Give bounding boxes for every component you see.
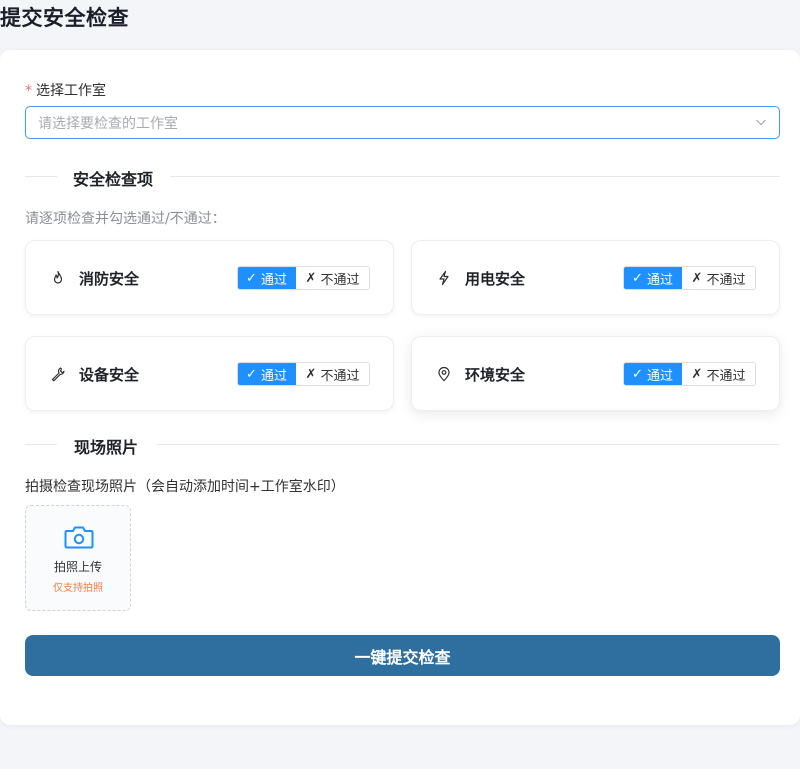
check-item-name: 消防安全 bbox=[79, 270, 140, 288]
pass-label: 通过 bbox=[260, 368, 287, 384]
pass-fail-toggle: ✓ 通过 ✗ 不通过 bbox=[623, 362, 756, 386]
pass-option[interactable]: ✓ 通过 bbox=[238, 267, 296, 289]
pass-label: 通过 bbox=[646, 368, 673, 384]
studio-select-placeholder: 请选择要检查的工作室 bbox=[38, 115, 178, 132]
pass-fail-toggle: ✓ 通过 ✗ 不通过 bbox=[237, 362, 370, 386]
pass-label: 通过 bbox=[646, 272, 673, 288]
required-mark: * bbox=[25, 83, 32, 99]
photo-upload-button[interactable]: 拍照上传 仅支持拍照 bbox=[25, 505, 131, 611]
upload-text: 拍照上传 bbox=[53, 560, 102, 574]
photo-section-title: 现场照片 bbox=[74, 438, 139, 457]
check-item-name: 环境安全 bbox=[465, 366, 526, 384]
checks-section-title: 安全检查项 bbox=[73, 170, 154, 189]
fail-label: 不通过 bbox=[706, 272, 746, 288]
safety-check-form: * 选择工作室 请选择要检查的工作室 安全检查项 请逐项检查并勾选通过/不通过： … bbox=[0, 50, 800, 725]
studio-select[interactable]: 请选择要检查的工作室 bbox=[25, 106, 780, 139]
studio-label-text: 选择工作室 bbox=[36, 83, 106, 99]
cross-mark-icon: ✗ bbox=[305, 366, 317, 382]
upload-note: 仅支持拍照 bbox=[53, 583, 103, 594]
check-item-name: 设备安全 bbox=[79, 366, 140, 384]
fail-label: 不通过 bbox=[320, 368, 360, 384]
pass-option[interactable]: ✓ 通过 bbox=[624, 363, 682, 385]
pass-option[interactable]: ✓ 通过 bbox=[624, 267, 682, 289]
check-mark-icon: ✓ bbox=[632, 366, 643, 382]
photo-section-divider: 现场照片 bbox=[25, 434, 780, 457]
camera-icon bbox=[64, 526, 94, 549]
location-pin-icon bbox=[438, 366, 450, 382]
wrench-icon bbox=[51, 367, 65, 382]
cross-mark-icon: ✗ bbox=[691, 366, 703, 382]
check-mark-icon: ✓ bbox=[246, 366, 257, 382]
checks-section-divider: 安全检查项 bbox=[25, 166, 780, 189]
checks-hint: 请逐项检查并勾选通过/不通过： bbox=[25, 211, 226, 227]
photo-field-label: 拍摄检查现场照片（会自动添加时间+工作室水印） bbox=[25, 479, 345, 495]
pass-option[interactable]: ✓ 通过 bbox=[238, 363, 296, 385]
check-item-name: 用电安全 bbox=[465, 270, 526, 288]
check-item-fire: 消防安全 ✓ 通过 ✗ 不通过 bbox=[25, 240, 394, 315]
fail-option[interactable]: ✗ 不通过 bbox=[682, 363, 755, 385]
chevron-down-icon bbox=[756, 119, 766, 126]
check-item-environment: 环境安全 ✓ 通过 ✗ 不通过 bbox=[411, 336, 780, 411]
fail-option[interactable]: ✗ 不通过 bbox=[682, 267, 755, 289]
page-title: 提交安全检查 bbox=[0, 6, 129, 30]
pass-fail-toggle: ✓ 通过 ✗ 不通过 bbox=[237, 266, 370, 290]
cross-mark-icon: ✗ bbox=[691, 270, 703, 286]
check-mark-icon: ✓ bbox=[246, 270, 257, 286]
pass-fail-toggle: ✓ 通过 ✗ 不通过 bbox=[623, 266, 756, 290]
check-mark-icon: ✓ bbox=[632, 270, 643, 286]
flame-icon bbox=[53, 270, 63, 284]
studio-field-label: * 选择工作室 bbox=[25, 80, 106, 100]
fail-label: 不通过 bbox=[706, 368, 746, 384]
pass-label: 通过 bbox=[260, 272, 287, 288]
check-item-equipment: 设备安全 ✓ 通过 ✗ 不通过 bbox=[25, 336, 394, 411]
fail-option[interactable]: ✗ 不通过 bbox=[296, 267, 369, 289]
fail-label: 不通过 bbox=[320, 272, 360, 288]
check-item-electric: 用电安全 ✓ 通过 ✗ 不通过 bbox=[411, 240, 780, 315]
submit-check-button[interactable]: 一键提交检查 bbox=[25, 635, 780, 676]
cross-mark-icon: ✗ bbox=[305, 270, 317, 286]
lightning-icon bbox=[439, 270, 449, 286]
fail-option[interactable]: ✗ 不通过 bbox=[296, 363, 369, 385]
